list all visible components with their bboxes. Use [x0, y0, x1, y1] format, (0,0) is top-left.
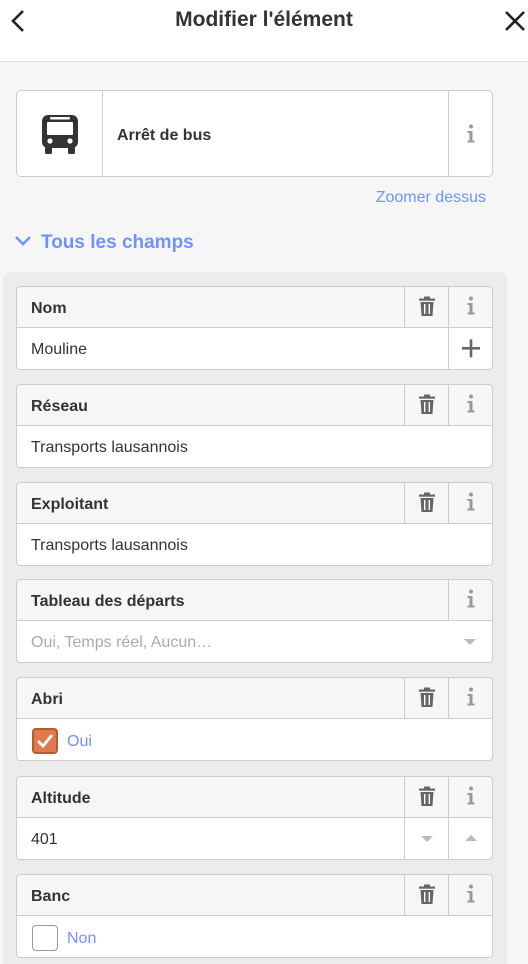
field-body: Mouline — [16, 328, 493, 370]
field-header: Abri — [16, 677, 493, 719]
field-abri: Abri Oui — [16, 677, 493, 761]
delete-button[interactable] — [404, 385, 448, 425]
field-nom: Nom Mouline — [16, 286, 493, 370]
checkmark-icon — [37, 734, 54, 749]
info-icon — [467, 394, 475, 413]
field-header: Banc — [16, 874, 493, 916]
all-fields-label: Tous les champs — [41, 232, 194, 253]
bench-value-label[interactable]: Non — [67, 930, 96, 948]
delete-button[interactable] — [404, 777, 448, 817]
info-icon — [467, 884, 475, 903]
info-button[interactable] — [448, 385, 492, 425]
name-input[interactable]: Mouline — [31, 341, 87, 359]
info-button[interactable] — [448, 678, 492, 718]
page-title: Modifier l'élément — [175, 8, 353, 31]
field-header: Tableau des départs — [16, 579, 493, 621]
field-label: Abri — [31, 691, 63, 708]
info-icon — [467, 296, 475, 315]
field-altitude: Altitude 401 — [16, 776, 493, 860]
departures-board-combo[interactable]: Oui, Temps réel, Aucun… — [31, 634, 212, 652]
bench-checkbox[interactable] — [32, 925, 58, 951]
field-body[interactable]: Oui, Temps réel, Aucun… — [16, 621, 493, 663]
info-icon — [467, 589, 475, 608]
delete-button[interactable] — [404, 483, 448, 523]
close-icon — [505, 11, 525, 31]
delete-button[interactable] — [404, 287, 448, 327]
field-body: Oui — [16, 719, 493, 761]
header: Modifier l'élément — [0, 0, 528, 62]
dropdown-button[interactable] — [448, 621, 492, 662]
caret-down-icon — [464, 639, 476, 645]
network-input[interactable]: Transports lausannois — [31, 439, 188, 457]
shelter-value-label[interactable]: Oui — [67, 733, 92, 751]
field-header: Nom — [16, 286, 493, 328]
info-button[interactable] — [448, 287, 492, 327]
info-icon — [467, 786, 475, 805]
trash-icon — [419, 786, 435, 806]
field-body: Transports lausannois — [16, 426, 493, 468]
info-icon — [467, 492, 475, 511]
trash-icon — [419, 687, 435, 707]
zoom-to-link[interactable]: Zoomer dessus — [376, 189, 486, 207]
field-label: Banc — [31, 888, 71, 905]
chevron-down-icon — [15, 236, 31, 246]
preset-card[interactable]: Arrêt de bus — [16, 90, 493, 177]
field-header: Réseau — [16, 384, 493, 426]
info-icon — [467, 124, 475, 143]
close-button[interactable] — [502, 8, 528, 34]
info-icon — [467, 687, 475, 706]
field-body: Transports lausannois — [16, 524, 493, 566]
plus-icon — [462, 339, 480, 358]
preset-name: Arrêt de bus — [117, 127, 212, 144]
preset-info-button[interactable] — [448, 91, 492, 176]
field-banc: Banc Non — [16, 874, 493, 958]
delete-button[interactable] — [404, 678, 448, 718]
field-label: Altitude — [31, 790, 91, 807]
info-button[interactable] — [448, 483, 492, 523]
trash-icon — [419, 884, 435, 904]
field-departures-board: Tableau des départs Oui, Temps réel, Auc… — [16, 579, 493, 663]
operator-input[interactable]: Transports lausannois — [31, 537, 188, 555]
trash-icon — [419, 296, 435, 316]
field-exploitant: Exploitant Transports lausannois — [16, 482, 493, 566]
info-button[interactable] — [448, 875, 492, 915]
increment-button[interactable] — [448, 818, 492, 859]
caret-up-icon — [465, 835, 477, 841]
field-label: Exploitant — [31, 496, 109, 513]
field-reseau: Réseau Transports lausannois — [16, 384, 493, 468]
field-header: Altitude — [16, 776, 493, 818]
field-label: Nom — [31, 300, 67, 317]
info-button[interactable] — [448, 777, 492, 817]
field-label: Réseau — [31, 398, 88, 415]
trash-icon — [419, 492, 435, 512]
decrement-button[interactable] — [404, 818, 448, 859]
shelter-checkbox[interactable] — [32, 728, 58, 754]
preset-icon-box — [17, 91, 103, 176]
field-body: 401 — [16, 818, 493, 860]
field-body: Non — [16, 916, 493, 958]
bus-icon — [42, 115, 78, 154]
field-header: Exploitant — [16, 482, 493, 524]
add-localized-name-button[interactable] — [448, 328, 492, 369]
delete-button[interactable] — [404, 875, 448, 915]
trash-icon — [419, 394, 435, 414]
altitude-input[interactable]: 401 — [31, 831, 58, 849]
info-button[interactable] — [448, 580, 492, 620]
field-label: Tableau des départs — [31, 593, 185, 610]
caret-down-icon — [421, 836, 433, 842]
